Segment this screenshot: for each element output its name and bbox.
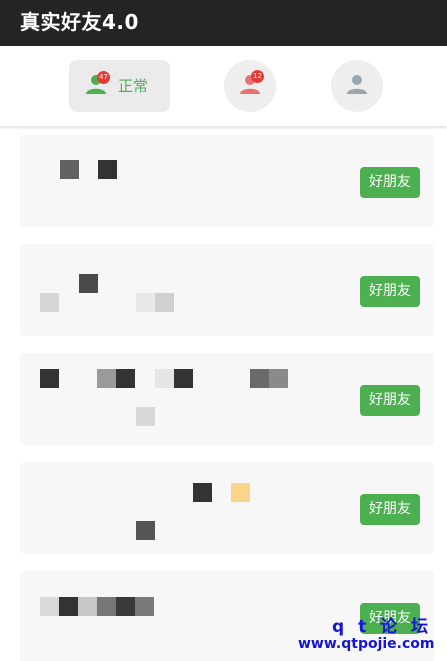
app-title: 真实好友4.0	[20, 10, 139, 34]
good-friend-button[interactable]: 好朋友	[360, 276, 420, 307]
good-friend-button[interactable]: 好朋友	[360, 385, 420, 416]
tab-flagged-badge: 12	[251, 70, 264, 83]
good-friend-button[interactable]: 好朋友	[360, 167, 420, 198]
list-item: 好朋友	[20, 353, 434, 445]
filter-tabs: 47 正常 12	[0, 46, 447, 126]
watermark-title: q t 论 坛	[332, 617, 433, 637]
tab-flagged[interactable]: 12	[224, 60, 276, 112]
tab-other[interactable]	[331, 60, 383, 112]
tab-normal-badge: 47	[97, 71, 110, 84]
friend-list: 好朋友 好朋友 好朋友 好朋友 好朋友	[0, 126, 447, 661]
tab-normal-label: 正常	[118, 77, 149, 95]
list-item: 好朋友	[20, 462, 434, 554]
good-friend-button[interactable]: 好朋友	[360, 494, 420, 525]
list-item: 好朋友	[20, 244, 434, 336]
watermark-url: www.qtpojie.com	[298, 636, 435, 652]
tab-normal[interactable]: 47 正常	[69, 60, 170, 112]
watermark: q t 论 坛 www.qtpojie.com	[296, 612, 447, 658]
person-icon	[347, 75, 367, 94]
list-item: 好朋友	[20, 135, 434, 227]
title-bar: 真实好友4.0	[0, 0, 447, 46]
